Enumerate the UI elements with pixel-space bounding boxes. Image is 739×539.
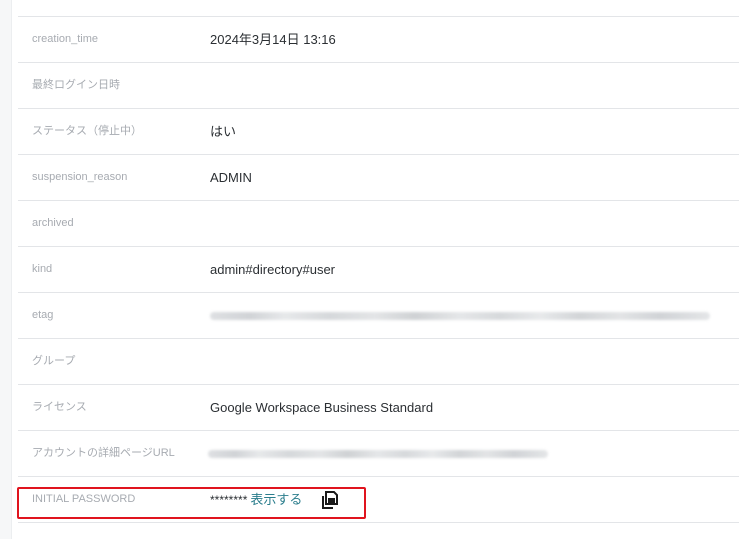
row-value: 2024年3月14日 13:16 bbox=[210, 32, 336, 47]
row-groups: グループ bbox=[18, 339, 739, 385]
row-label: アカウントの詳細ページURL bbox=[32, 447, 175, 459]
row-label: グループ bbox=[32, 355, 76, 367]
user-details-page: creation_time 2024年3月14日 13:16 最終ログイン日時 … bbox=[0, 0, 739, 539]
row-license: ライセンス Google Workspace Business Standard bbox=[18, 385, 739, 431]
row-archived: archived bbox=[18, 201, 739, 247]
row-label: kind bbox=[32, 263, 53, 275]
row-label: etag bbox=[32, 309, 54, 321]
row-label: ステータス（停止中） bbox=[32, 125, 142, 137]
left-rail bbox=[0, 0, 12, 539]
row-last-login: 最終ログイン日時 bbox=[18, 63, 739, 109]
row-status-suspended: ステータス（停止中） はい bbox=[18, 109, 739, 155]
redacted-url-value bbox=[208, 450, 548, 458]
row-label: archived bbox=[32, 217, 74, 229]
row-label: suspension_reason bbox=[32, 171, 128, 183]
row-value: admin#directory#user bbox=[210, 262, 336, 277]
user-details-table: creation_time 2024年3月14日 13:16 最終ログイン日時 … bbox=[18, 0, 739, 523]
row-label: 最終ログイン日時 bbox=[32, 79, 120, 91]
row-value: はい bbox=[210, 124, 237, 139]
copy-icon[interactable] bbox=[322, 491, 338, 509]
row-label: ライセンス bbox=[32, 401, 87, 413]
password-value: ******** 表示する bbox=[210, 477, 302, 522]
table-top-divider bbox=[18, 0, 739, 17]
row-value: Google Workspace Business Standard bbox=[210, 400, 434, 415]
row-creation-time: creation_time 2024年3月14日 13:16 bbox=[18, 17, 739, 63]
redacted-etag-value bbox=[210, 312, 710, 320]
row-suspension-reason: suspension_reason ADMIN bbox=[18, 155, 739, 201]
password-mask: ******** bbox=[210, 493, 248, 507]
row-label: creation_time bbox=[32, 33, 99, 45]
row-initial-password: INITIAL PASSWORD ******** 表示する bbox=[18, 477, 739, 523]
row-value: ADMIN bbox=[210, 170, 252, 185]
row-account-detail-url: アカウントの詳細ページURL bbox=[18, 431, 739, 477]
row-kind: kind admin#directory#user bbox=[18, 247, 739, 293]
row-label: INITIAL PASSWORD bbox=[32, 493, 136, 505]
show-password-link[interactable]: 表示する bbox=[250, 492, 302, 507]
row-etag: etag bbox=[18, 293, 739, 339]
